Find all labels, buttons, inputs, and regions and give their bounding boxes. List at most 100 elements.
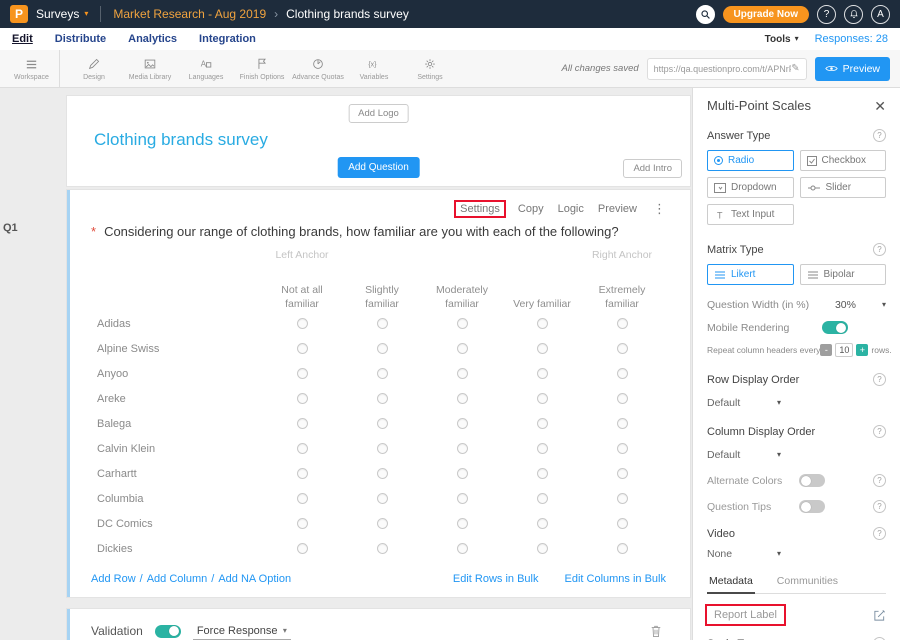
close-panel-icon[interactable]: ✕	[874, 99, 886, 113]
increment-button[interactable]: +	[856, 344, 868, 356]
toolbar-item-variables[interactable]: {x}Variables	[346, 50, 402, 87]
answer-type-slider[interactable]: Slider	[800, 177, 887, 198]
video-select[interactable]: None ▾	[707, 548, 781, 560]
tab-communities[interactable]: Communities	[775, 575, 840, 593]
radio-button[interactable]	[377, 543, 388, 554]
radio-button[interactable]	[457, 518, 468, 529]
radio-button[interactable]	[377, 393, 388, 404]
radio-button[interactable]	[617, 468, 628, 479]
radio-button[interactable]	[297, 493, 308, 504]
breadcrumb-folder[interactable]: Market Research - Aug 2019	[113, 7, 266, 21]
radio-button[interactable]	[457, 493, 468, 504]
radio-button[interactable]	[537, 518, 548, 529]
radio-button[interactable]	[617, 443, 628, 454]
radio-button[interactable]	[457, 543, 468, 554]
radio-button[interactable]	[297, 518, 308, 529]
radio-button[interactable]	[377, 493, 388, 504]
add-logo-button[interactable]: Add Logo	[348, 104, 409, 123]
decrement-button[interactable]: -	[820, 344, 832, 356]
matrix-type-likert[interactable]: Likert	[707, 264, 794, 285]
responses-link[interactable]: Responses: 28	[815, 33, 888, 45]
radio-button[interactable]	[537, 418, 548, 429]
survey-url-field[interactable]: https://qa.questionpro.com/t/APNrFZfQ ✎	[647, 58, 807, 80]
add-na-option-link[interactable]: Add NA Option	[218, 573, 291, 585]
help-icon[interactable]: ?	[873, 425, 886, 438]
question-action-logic[interactable]: Logic	[558, 203, 584, 215]
preview-button[interactable]: Preview	[815, 57, 890, 81]
question-action-preview[interactable]: Preview	[598, 203, 637, 215]
radio-button[interactable]	[297, 418, 308, 429]
row-label[interactable]: DC Comics	[91, 518, 262, 530]
row-label[interactable]: Alpine Swiss	[91, 343, 262, 355]
add-question-button[interactable]: Add Question	[337, 157, 420, 178]
radio-button[interactable]	[377, 343, 388, 354]
radio-button[interactable]	[297, 443, 308, 454]
edit-columns-in-bulk-link[interactable]: Edit Columns in Bulk	[565, 573, 667, 585]
column-header[interactable]: Slightly familiar	[342, 267, 422, 311]
nav-item-integration[interactable]: Integration	[199, 33, 256, 45]
question-more-menu-icon[interactable]: ⋮	[653, 201, 666, 217]
nav-item-edit[interactable]: Edit	[12, 33, 33, 45]
radio-button[interactable]	[617, 418, 628, 429]
radio-button[interactable]	[457, 418, 468, 429]
add-column-link[interactable]: Add Column	[147, 573, 208, 585]
radio-button[interactable]	[457, 468, 468, 479]
radio-button[interactable]	[457, 443, 468, 454]
radio-button[interactable]	[537, 543, 548, 554]
radio-button[interactable]	[377, 518, 388, 529]
help-icon[interactable]: ?	[873, 243, 886, 256]
radio-button[interactable]	[377, 418, 388, 429]
toolbar-item-media-library[interactable]: Media Library	[122, 50, 178, 87]
delete-question-icon[interactable]	[650, 624, 662, 638]
edit-report-label-icon[interactable]	[873, 609, 886, 622]
validation-toggle[interactable]	[155, 625, 181, 638]
radio-button[interactable]	[377, 468, 388, 479]
row-label[interactable]: Balega	[91, 418, 262, 430]
radio-button[interactable]	[537, 318, 548, 329]
radio-button[interactable]	[297, 368, 308, 379]
row-label[interactable]: Dickies	[91, 543, 262, 555]
help-icon[interactable]: ?	[873, 129, 886, 142]
radio-button[interactable]	[377, 318, 388, 329]
upgrade-now-button[interactable]: Upgrade Now	[723, 6, 809, 23]
column-header[interactable]: Moderately familiar	[422, 267, 502, 311]
column-header[interactable]: Extremely familiar	[582, 267, 662, 311]
question-action-copy[interactable]: Copy	[518, 203, 544, 215]
radio-button[interactable]	[617, 393, 628, 404]
help-icon[interactable]: ?	[873, 474, 886, 487]
tools-menu[interactable]: Tools ▾	[765, 34, 799, 45]
toolbar-item-settings[interactable]: Settings	[402, 50, 458, 87]
mobile-rendering-toggle[interactable]	[822, 321, 848, 334]
column-header[interactable]: Very familiar	[502, 267, 582, 311]
question-tips-toggle[interactable]	[799, 500, 825, 513]
add-row-link[interactable]: Add Row	[91, 573, 136, 585]
edit-url-icon[interactable]: ✎	[791, 63, 799, 74]
radio-button[interactable]	[537, 343, 548, 354]
toolbar-item-finish-options[interactable]: Finish Options	[234, 50, 290, 87]
row-label[interactable]: Calvin Klein	[91, 443, 262, 455]
nav-item-analytics[interactable]: Analytics	[128, 33, 177, 45]
radio-button[interactable]	[617, 368, 628, 379]
radio-button[interactable]	[617, 518, 628, 529]
help-icon[interactable]: ?	[873, 373, 886, 386]
radio-button[interactable]	[537, 368, 548, 379]
radio-button[interactable]	[377, 443, 388, 454]
radio-button[interactable]	[297, 318, 308, 329]
notifications-button[interactable]	[844, 5, 863, 24]
force-response-select[interactable]: Force Response ▾	[193, 623, 291, 640]
surveys-menu[interactable]: Surveys ▾	[36, 7, 88, 21]
radio-button[interactable]	[297, 343, 308, 354]
radio-button[interactable]	[617, 493, 628, 504]
answer-type-dropdown[interactable]: Dropdown	[707, 177, 794, 198]
radio-button[interactable]	[537, 493, 548, 504]
answer-type-text-input[interactable]: TText Input	[707, 204, 794, 225]
add-intro-button[interactable]: Add Intro	[623, 159, 682, 178]
radio-button[interactable]	[457, 318, 468, 329]
radio-button[interactable]	[297, 393, 308, 404]
radio-button[interactable]	[457, 343, 468, 354]
radio-button[interactable]	[297, 468, 308, 479]
row-label[interactable]: Anyoo	[91, 368, 262, 380]
toolbar-item-workspace[interactable]: Workspace	[4, 50, 60, 87]
row-label[interactable]: Columbia	[91, 493, 262, 505]
column-header[interactable]: Not at all familiar	[262, 267, 342, 311]
